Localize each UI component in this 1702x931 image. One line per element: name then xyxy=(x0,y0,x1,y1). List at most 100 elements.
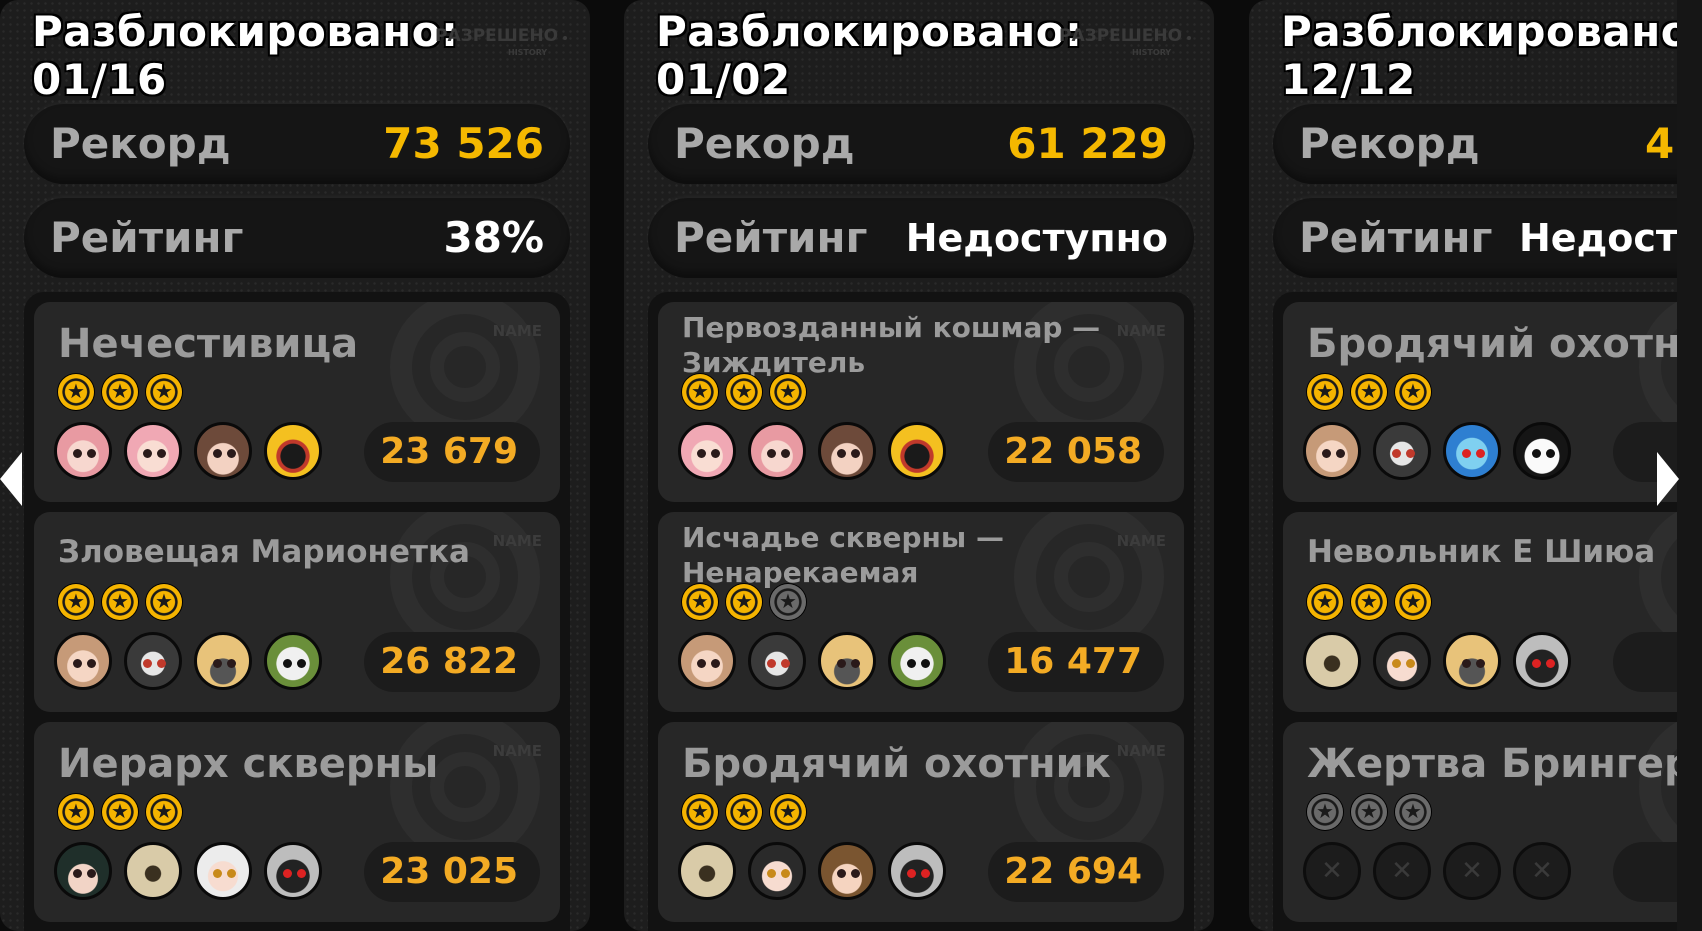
star-icon xyxy=(1307,584,1343,620)
boss-card[interactable]: NAME Нечестивица 23 679 xyxy=(34,302,560,502)
rating-value: Недоступно xyxy=(905,216,1168,260)
boss-title: Исчадье скверны — Ненарекаемая xyxy=(682,521,1004,589)
score-value xyxy=(1613,632,1677,692)
blonde-girl-avatar xyxy=(678,632,736,690)
star-icon xyxy=(102,794,138,830)
name-tag: NAME xyxy=(1116,322,1166,340)
pink-hair-girl-avatar xyxy=(54,422,112,480)
boss-card[interactable]: NAME Первозданный кошмар — Зиждитель 22 … xyxy=(658,302,1184,502)
rating-label: Рейтинг xyxy=(50,213,244,262)
star-icon xyxy=(1307,794,1343,830)
bear-mascot-avatar xyxy=(124,632,182,690)
boss-card[interactable]: NAME Исчадье скверны — Ненарекаемая 16 4… xyxy=(658,512,1184,712)
boss-title: Жертва Брингер xyxy=(1307,741,1677,787)
rating-row: Рейтинг 38% xyxy=(24,198,570,278)
star-icon xyxy=(726,794,762,830)
record-label: Рекорд xyxy=(50,119,231,168)
score-value: 22 058 xyxy=(988,422,1164,482)
panel-3: Разблокировано: 12/12 Рекорд 4 Рейтинг Н… xyxy=(1249,0,1677,931)
record-label: Рекорд xyxy=(1299,119,1480,168)
history-tag: РАЗРЕШЕНО xyxy=(1059,26,1183,46)
chevron-left-icon[interactable] xyxy=(0,452,22,506)
star-icon xyxy=(770,374,806,410)
record-label: Рекорд xyxy=(674,119,855,168)
star-icon xyxy=(726,584,762,620)
bear-mascot-avatar xyxy=(1373,422,1431,480)
unlocked-label: Разблокировано: 01/02 xyxy=(656,7,1083,104)
history-sub: HISTORY xyxy=(1132,48,1172,57)
name-tag: NAME xyxy=(492,322,542,340)
history-tag: РАЗРЕШЕНО xyxy=(435,26,559,46)
record-value: 4 xyxy=(1645,119,1675,168)
star-icon xyxy=(1351,374,1387,410)
rating-label: Рейтинг xyxy=(1299,213,1493,262)
star-icon xyxy=(1395,794,1431,830)
star-icon xyxy=(1395,374,1431,410)
yellow-hood-avatar xyxy=(888,422,946,480)
boss-title: Нечестивица xyxy=(58,321,359,367)
armored-helmet-avatar xyxy=(1303,632,1361,690)
star-icon xyxy=(1351,584,1387,620)
star-icon xyxy=(146,374,182,410)
white-hair-girl-avatar xyxy=(748,842,806,900)
brown-hair-girl-avatar xyxy=(818,422,876,480)
boss-card[interactable]: NAME Иерарх скверны 23 025 xyxy=(34,722,560,922)
boss-list: NAME Нечестивица 23 679 NAME Зловещая Ма… xyxy=(24,292,570,931)
star-icon xyxy=(58,584,94,620)
record-row: Рекорд 4 xyxy=(1273,104,1677,184)
black-cat-robot-avatar xyxy=(888,842,946,900)
blonde-girl-avatar xyxy=(54,632,112,690)
locked-slot-icon xyxy=(1443,842,1501,900)
boss-title: Первозданный кошмар — Зиждитель xyxy=(682,311,1101,379)
blonde-mask-avatar xyxy=(1443,632,1501,690)
star-icon xyxy=(682,794,718,830)
record-value: 73 526 xyxy=(383,119,544,168)
history-sub: HISTORY xyxy=(508,48,548,57)
score-value: 22 694 xyxy=(988,842,1164,902)
boss-card[interactable]: Невольник Е Шиюа xyxy=(1283,512,1677,712)
boss-title: Зловещая Марионетка xyxy=(58,534,470,570)
star-icon xyxy=(102,584,138,620)
panel-1: Разблокировано: 01/16 РАЗРЕШЕНО HISTORY … xyxy=(0,0,590,931)
robot-mascot-avatar xyxy=(264,632,322,690)
score-value: 23 679 xyxy=(364,422,540,482)
boss-list: NAME Первозданный кошмар — Зиждитель 22 … xyxy=(648,292,1194,931)
history-dot xyxy=(563,36,567,40)
boss-title: Бродячий охотн xyxy=(1307,321,1677,367)
star-icon xyxy=(58,374,94,410)
star-icon xyxy=(102,374,138,410)
star-icon xyxy=(1395,584,1431,620)
score-value: 16 477 xyxy=(988,632,1164,692)
rating-row: Рейтинг Недоступно xyxy=(648,198,1194,278)
bear-mascot-avatar xyxy=(748,632,806,690)
record-value: 61 229 xyxy=(1007,119,1168,168)
name-tag: NAME xyxy=(492,532,542,550)
star-icon xyxy=(770,584,806,620)
boss-card[interactable]: Бродячий охотн xyxy=(1283,302,1677,502)
white-hair-girl-avatar xyxy=(194,842,252,900)
blonde-mask-avatar xyxy=(818,632,876,690)
panel-3-viewport: Разблокировано: 12/12 Рекорд 4 Рейтинг Н… xyxy=(1249,0,1677,931)
boss-list: Бродячий охотн Невольник Е Шиюа xyxy=(1273,292,1677,931)
pink-hair-girl-avatar xyxy=(678,422,736,480)
boss-card[interactable]: NAME Зловещая Марионетка 26 822 xyxy=(34,512,560,712)
chevron-right-icon[interactable] xyxy=(1657,452,1679,506)
boss-title: Бродячий охотник xyxy=(682,741,1111,787)
locked-slot-icon xyxy=(1373,842,1431,900)
boss-card[interactable]: Жертва Брингер xyxy=(1283,722,1677,922)
score-value xyxy=(1613,842,1677,902)
rating-row: Рейтинг Недост xyxy=(1273,198,1677,278)
cap-girl-avatar xyxy=(818,842,876,900)
score-value: 26 822 xyxy=(364,632,540,692)
name-tag: NAME xyxy=(492,742,542,760)
star-icon xyxy=(58,794,94,830)
right-edge xyxy=(1677,0,1702,931)
name-tag: NAME xyxy=(1116,532,1166,550)
rating-value: 38% xyxy=(443,213,544,262)
unlocked-label: Разблокировано: 01/16 xyxy=(32,7,459,104)
score-value: 23 025 xyxy=(364,842,540,902)
boss-card[interactable]: NAME Бродячий охотник 22 694 xyxy=(658,722,1184,922)
history-dot xyxy=(1187,36,1191,40)
armored-helmet-avatar xyxy=(124,842,182,900)
pink-hair-girl-avatar xyxy=(124,422,182,480)
